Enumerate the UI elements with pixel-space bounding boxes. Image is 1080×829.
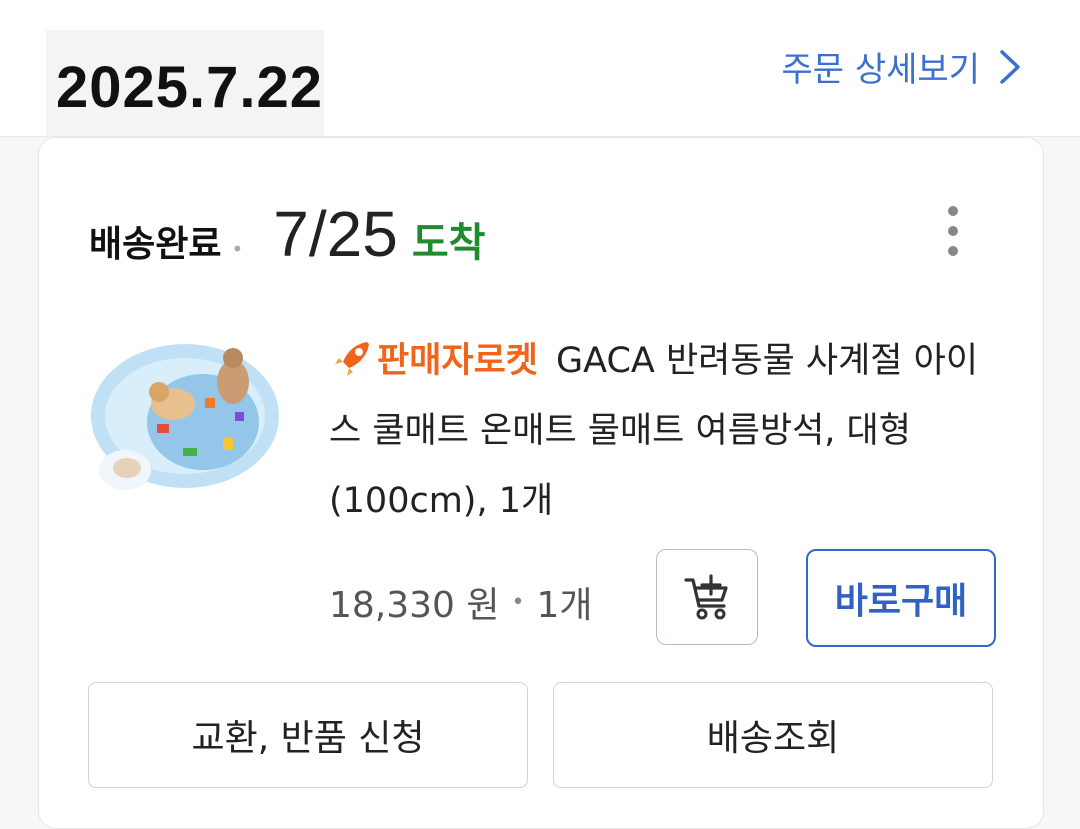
arrival-label: 도착 <box>411 220 486 266</box>
delivery-status: 배송완료 <box>89 224 222 265</box>
track-delivery-button[interactable]: 배송조회 <box>553 682 993 788</box>
delivery-status-row: 배송완료 • 7/25 도착 <box>89 202 485 268</box>
product-thumbnail[interactable] <box>87 320 283 512</box>
chevron-right-icon <box>1000 49 1020 84</box>
product-price: 18,330 원 <box>329 585 500 626</box>
order-date: 2025.7.22 <box>46 30 324 136</box>
product-image <box>91 344 279 490</box>
more-vertical-icon[interactable] <box>941 206 965 256</box>
rocket-icon <box>333 342 369 376</box>
price-separator: • <box>511 589 525 615</box>
order-date-text: 2025.7.22 <box>56 55 324 120</box>
product-quantity: 1개 <box>536 585 593 626</box>
product-title[interactable]: 판매자로켓 GACA 반려동물 사계절 아이스 쿨매트 온매트 물매트 여름방석,… <box>329 326 1009 536</box>
order-detail-label: 주문 상세보기 <box>781 50 981 90</box>
add-to-cart-button[interactable] <box>656 549 758 645</box>
order-card: 배송완료 • 7/25 도착 판매자로켓 GACA 반려동물 사계절 아이스 쿨… <box>38 137 1044 829</box>
seller-rocket-badge: 판매자로켓 <box>377 341 539 381</box>
order-detail-link[interactable]: 주문 상세보기 <box>782 42 1023 91</box>
price-row: 18,330 원 • 1개 <box>329 576 593 628</box>
status-separator: • <box>231 237 244 261</box>
arrival-date: 7/25 <box>273 198 398 270</box>
add-to-cart-icon <box>684 574 728 620</box>
order-header: 2025.7.22 주문 상세보기 <box>0 0 1080 137</box>
buy-now-button[interactable]: 바로구매 <box>806 549 996 647</box>
exchange-return-button[interactable]: 교환, 반품 신청 <box>88 682 528 788</box>
